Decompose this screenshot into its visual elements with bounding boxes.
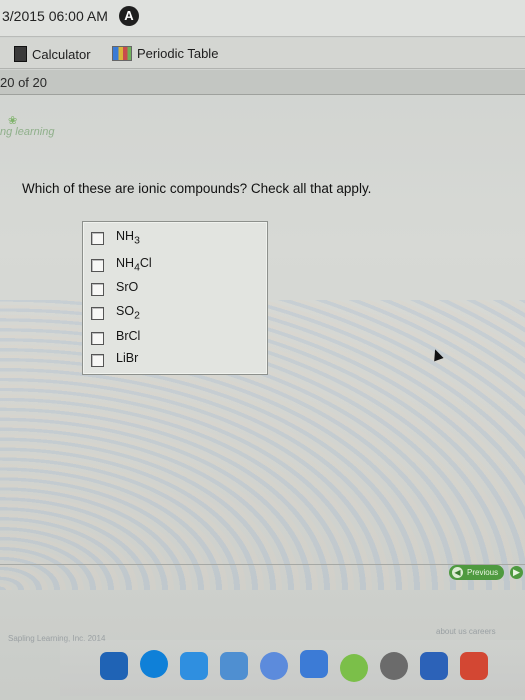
- answer-label: SrO: [116, 280, 139, 295]
- brand-logo: ng learning: [0, 126, 55, 138]
- app-icon[interactable]: [380, 652, 408, 680]
- answer-label: SO2: [116, 304, 140, 322]
- app-icon[interactable]: [220, 652, 248, 680]
- tool-toolbar: Calculator Periodic Table: [0, 38, 525, 69]
- answer-label: LiBr: [116, 351, 139, 366]
- answer-label: NH3: [116, 229, 140, 247]
- top-bar: 3/2015 06:00 AM A: [0, 0, 525, 37]
- datetime: 3/2015 06:00 AM: [2, 8, 108, 24]
- calculator-label: Calculator: [32, 46, 91, 62]
- question-bar: 20 of 20: [0, 70, 525, 95]
- app-icon[interactable]: [300, 650, 328, 678]
- taskbar-dock: [60, 640, 525, 696]
- app-icon[interactable]: [100, 652, 128, 680]
- app-icon[interactable]: [420, 652, 448, 680]
- footer-links[interactable]: about us careers: [436, 627, 496, 636]
- answer-option[interactable]: SO2: [91, 304, 140, 322]
- previous-button[interactable]: ◀ Previous: [449, 565, 505, 580]
- answer-checkbox[interactable]: [91, 353, 104, 367]
- app-icon[interactable]: [140, 650, 168, 678]
- answer-option[interactable]: BrCl: [91, 329, 140, 347]
- next-arrow-icon[interactable]: ▶: [510, 566, 523, 579]
- previous-arrow-icon: ◀: [452, 567, 463, 578]
- answer-option[interactable]: NH3: [91, 229, 140, 247]
- answer-checkbox[interactable]: [91, 231, 104, 245]
- question-prompt: Which of these are ionic compounds? Chec…: [22, 181, 372, 196]
- question-counter: 20 of 20: [0, 75, 47, 90]
- app-icon[interactable]: [260, 652, 288, 680]
- answer-option[interactable]: SrO: [91, 280, 138, 298]
- answer-checkbox[interactable]: [91, 306, 104, 320]
- answer-checkbox[interactable]: [91, 282, 104, 296]
- app-icon[interactable]: [180, 652, 208, 680]
- answer-checkbox[interactable]: [91, 258, 104, 272]
- calculator-button[interactable]: Calculator: [14, 46, 91, 62]
- accessibility-icon[interactable]: A: [119, 6, 139, 26]
- divider: [0, 564, 525, 565]
- app-icon[interactable]: [340, 654, 368, 682]
- answer-label: BrCl: [116, 329, 141, 344]
- periodic-table-label: Periodic Table: [137, 46, 219, 61]
- answer-label: NH4Cl: [116, 256, 152, 274]
- answer-options: NH3 NH4Cl SrO SO2 BrCl LiBr: [82, 221, 268, 375]
- answer-checkbox[interactable]: [91, 331, 104, 345]
- previous-label: Previous: [467, 568, 499, 577]
- answer-option[interactable]: NH4Cl: [91, 256, 152, 274]
- periodic-table-icon: [112, 46, 132, 61]
- calculator-icon: [14, 46, 27, 62]
- periodic-table-button[interactable]: Periodic Table: [112, 46, 218, 61]
- app-icon[interactable]: [460, 652, 488, 680]
- answer-option[interactable]: LiBr: [91, 351, 138, 369]
